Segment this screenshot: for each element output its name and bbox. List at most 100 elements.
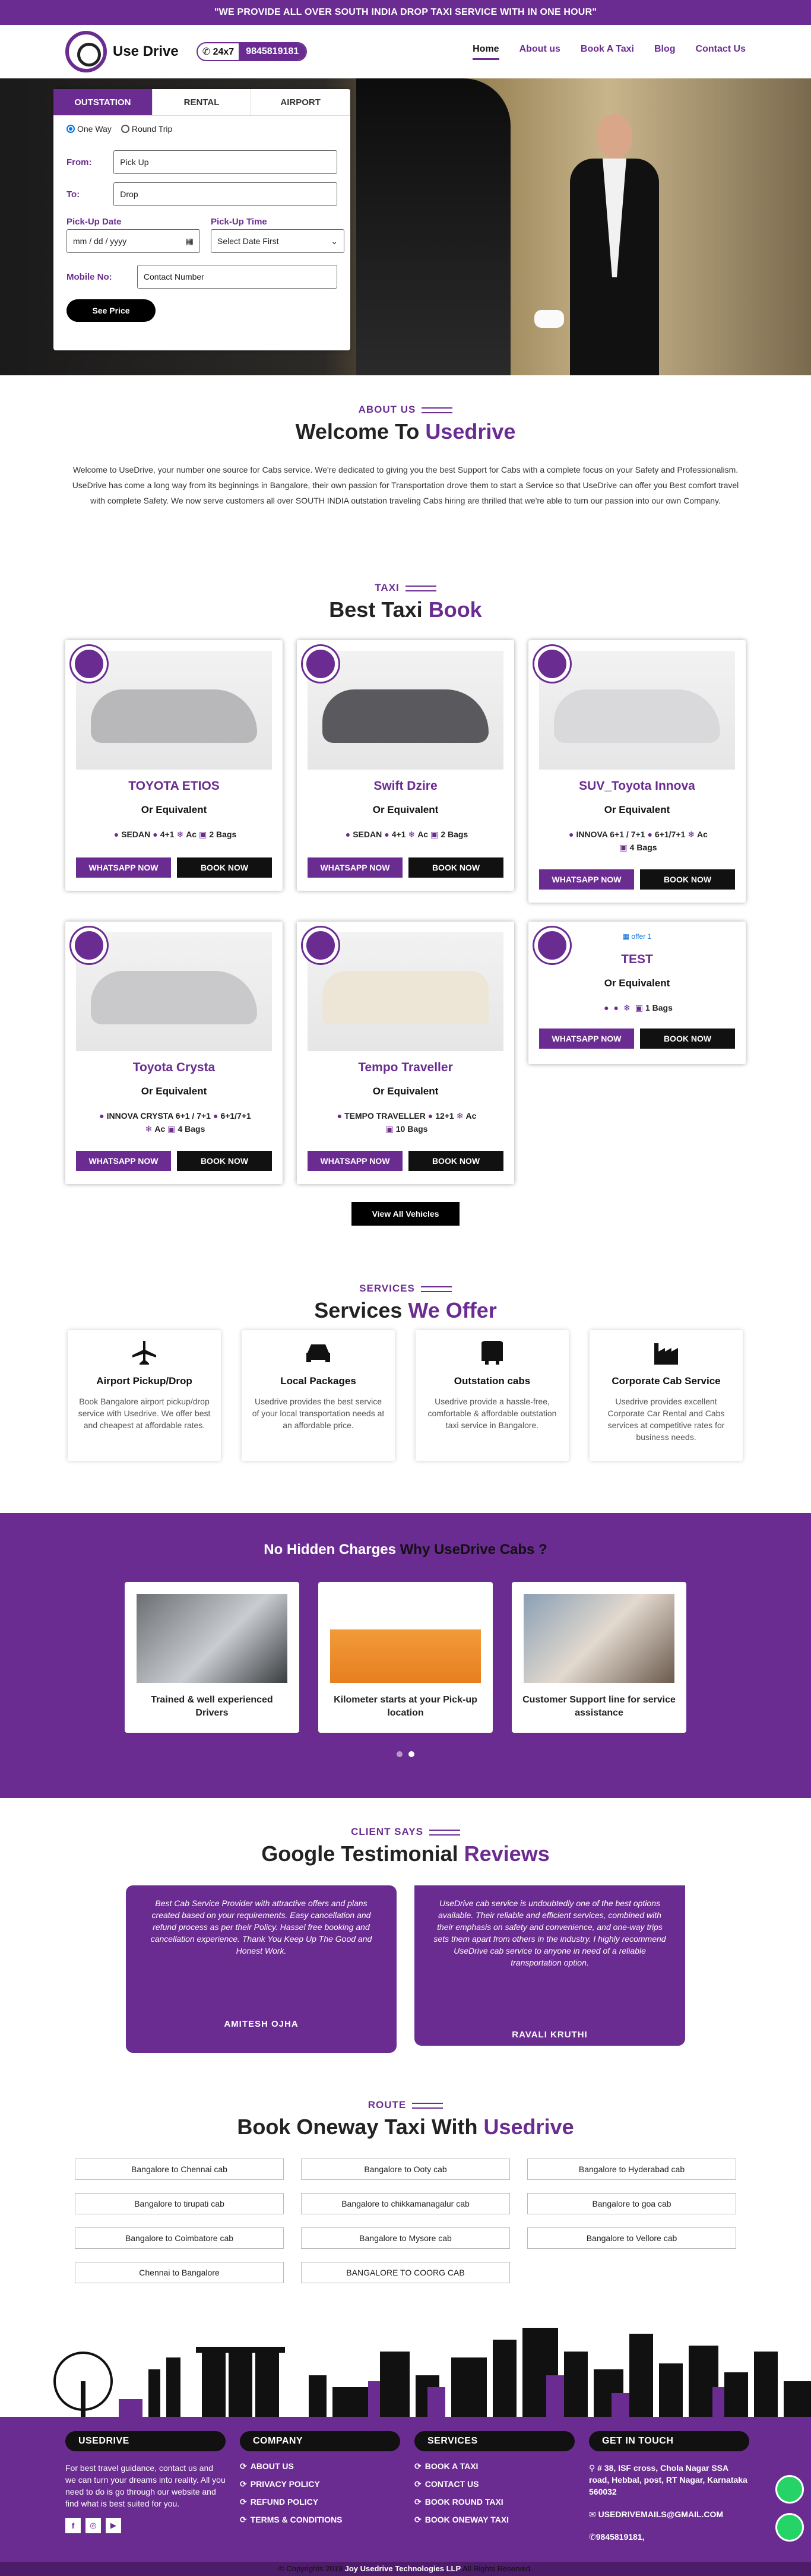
book-button[interactable]: BOOK NOW [408, 857, 503, 878]
car-equivalent: Or Equivalent [372, 1086, 439, 1097]
phone-button[interactable]: ✆ 24x7 9845819181 [196, 42, 308, 61]
nav-home[interactable]: Home [473, 44, 499, 60]
service-title: Airport Pickup/Drop [96, 1375, 192, 1387]
testimonial-author: AMITESH OJHA [224, 2019, 299, 2029]
why-card-drivers: Trained & well experienced Drivers [125, 1582, 299, 1733]
taxi-label: TAXI [0, 582, 811, 594]
book-button[interactable]: BOOK NOW [640, 1028, 735, 1049]
radio-round-trip[interactable]: Round Trip [121, 124, 172, 134]
route-link[interactable]: Bangalore to Chennai cab [75, 2159, 284, 2180]
site-logo[interactable]: Use Drive [65, 31, 179, 72]
company-link[interactable]: Joy Usedrive Technologies LLP [345, 2564, 461, 2573]
badge-icon [303, 928, 338, 963]
car-card-innova: SUV_Toyota Innova Or Equivalent ● INNOVA … [528, 640, 746, 903]
service-card-airport: Airport Pickup/Drop Book Bangalore airpo… [68, 1330, 221, 1461]
nav-book-taxi[interactable]: Book A Taxi [581, 44, 634, 60]
carousel-dot-active[interactable] [408, 1751, 414, 1757]
footer-link-oneway[interactable]: BOOK ONEWAY TAXI [414, 2511, 575, 2528]
hero-chauffeur-image [534, 114, 671, 375]
footer-phone[interactable]: ✆9845819181, [589, 2531, 749, 2543]
announcement-bar: "WE PROVIDE ALL OVER SOUTH INDIA DROP TA… [0, 0, 811, 25]
badge-icon [71, 928, 107, 963]
nav-blog[interactable]: Blog [654, 44, 676, 60]
book-button[interactable]: BOOK NOW [177, 857, 272, 878]
book-button[interactable]: BOOK NOW [177, 1151, 272, 1171]
view-all-vehicles-button[interactable]: View All Vehicles [351, 1202, 460, 1226]
see-price-button[interactable]: See Price [66, 299, 156, 322]
footer-link-refund[interactable]: REFUND POLICY [240, 2493, 400, 2511]
footer-link-terms[interactable]: TERMS & CONDITIONS [240, 2511, 400, 2528]
whatsapp-button[interactable]: WHATSAPP NOW [76, 857, 171, 878]
tab-outstation[interactable]: OUTSTATION [53, 89, 153, 115]
route-link[interactable]: Bangalore to goa cab [527, 2193, 736, 2214]
book-button[interactable]: BOOK NOW [408, 1151, 503, 1171]
radio-one-way[interactable]: One Way [66, 124, 112, 134]
testimonials-title: Google Testimonial Reviews [261, 1841, 550, 1866]
route-title: Book Oneway Taxi With Usedrive [237, 2115, 574, 2139]
service-text: Usedrive provides the best service of yo… [252, 1397, 385, 1430]
tab-rental[interactable]: RENTAL [153, 89, 252, 115]
route-link[interactable]: Chennai to Bangalore [75, 2262, 284, 2283]
footer-about-text: For best travel guidance, contact us and… [65, 2463, 226, 2508]
car-card-tempo: Tempo Traveller Or Equivalent ● TEMPO TRA… [297, 922, 514, 1184]
youtube-icon[interactable]: ▶ [106, 2518, 121, 2533]
car-card-etios: TOYOTA ETIOS Or Equivalent ● SEDAN ● 4+1 ❄ Ac… [65, 640, 283, 891]
whatsapp-button[interactable]: WHATSAPP NOW [539, 869, 634, 890]
route-link[interactable]: Bangalore to Hyderabad cab [527, 2159, 736, 2180]
tab-airport[interactable]: AIRPORT [251, 89, 351, 115]
main-nav: Home About us Book A Taxi Blog Contact U… [473, 44, 746, 60]
instagram-icon[interactable]: ◎ [85, 2518, 101, 2533]
testimonial-card: Best Cab Service Provider with attractiv… [126, 1885, 397, 2053]
about-text: Welcome to UseDrive, your number one sou… [72, 465, 739, 505]
whatsapp-button[interactable]: WHATSAPP NOW [539, 1028, 634, 1049]
car-name: TOYOTA ETIOS [128, 779, 220, 793]
to-input[interactable]: Drop [113, 182, 337, 206]
route-link[interactable]: Bangalore to chikkamanagalur cab [301, 2193, 510, 2214]
route-label: ROUTE [0, 2099, 811, 2111]
route-link[interactable]: Bangalore to Mysore cab [301, 2227, 510, 2249]
book-button[interactable]: BOOK NOW [640, 869, 735, 890]
car-name: TEST [621, 952, 653, 966]
route-link[interactable]: Bangalore to Coimbatore cab [75, 2227, 284, 2249]
carousel-dot[interactable] [397, 1751, 403, 1757]
service-text: Usedrive provides excellent Corporate Ca… [607, 1397, 725, 1442]
footer-link-book-taxi[interactable]: BOOK A TAXI [414, 2457, 575, 2475]
route-link[interactable]: Bangalore to Ooty cab [301, 2159, 510, 2180]
service-card-local: Local Packages Usedrive provides the bes… [242, 1330, 395, 1461]
date-input[interactable]: mm / dd / yyyy ▦ [66, 229, 200, 253]
nav-about[interactable]: About us [519, 44, 560, 60]
mobile-input[interactable]: Contact Number [137, 265, 337, 289]
time-select[interactable]: Select Date First ⌄ [211, 229, 344, 253]
whatsapp-float-icon[interactable] [775, 2475, 804, 2504]
facebook-icon[interactable]: f [65, 2518, 81, 2533]
route-link[interactable]: Bangalore to tirupati cab [75, 2193, 284, 2214]
bus-icon [481, 1341, 503, 1365]
footer-link-privacy[interactable]: PRIVACY POLICY [240, 2475, 400, 2493]
route-link[interactable]: BANGALORE TO COORG CAB [301, 2262, 510, 2283]
footer-email[interactable]: ✉ USEDRIVEMAILS@GMAIL.COM [589, 2508, 749, 2520]
nav-contact[interactable]: Contact Us [696, 44, 746, 60]
footer-link-round[interactable]: BOOK ROUND TAXI [414, 2493, 575, 2511]
car-image [322, 689, 489, 743]
whatsapp-float-icon-2[interactable] [775, 2513, 804, 2542]
whatsapp-button[interactable]: WHATSAPP NOW [308, 1151, 403, 1171]
about-title: Welcome To Usedrive [295, 419, 516, 444]
why-title: No Hidden Charges Why UseDrive Cabs ? [264, 1542, 547, 1558]
city-skyline-illustration [53, 2328, 811, 2417]
whatsapp-button[interactable]: WHATSAPP NOW [308, 857, 403, 878]
services-label: SERVICES [0, 1283, 811, 1295]
car-specs: ● SEDAN ● 4+1 ❄ Ac ▣ 2 Bags [113, 830, 237, 839]
footer-link-about[interactable]: ABOUT US [240, 2457, 400, 2475]
footer-company: COMPANY ABOUT US PRIVACY POLICY REFUND P… [240, 2431, 400, 2528]
testimonial-text: Best Cab Service Provider with attractiv… [150, 1898, 372, 1955]
route-link[interactable]: Bangalore to Vellore cab [527, 2227, 736, 2249]
footer-link-contact[interactable]: CONTACT US [414, 2475, 575, 2493]
car-name: Toyota Crysta [132, 1061, 216, 1074]
footer-address: ⚲ # 38, ISF cross, Chola Nagar SSA road,… [589, 2463, 747, 2496]
whatsapp-button[interactable]: WHATSAPP NOW [76, 1151, 171, 1171]
location-icon: ⚲ [589, 2463, 595, 2473]
from-input[interactable]: Pick Up [113, 150, 337, 174]
factory-icon [654, 1343, 678, 1365]
service-card-outstation: Outstation cabs Usedrive provide a hassl… [416, 1330, 569, 1461]
car-equivalent: Or Equivalent [372, 804, 439, 815]
